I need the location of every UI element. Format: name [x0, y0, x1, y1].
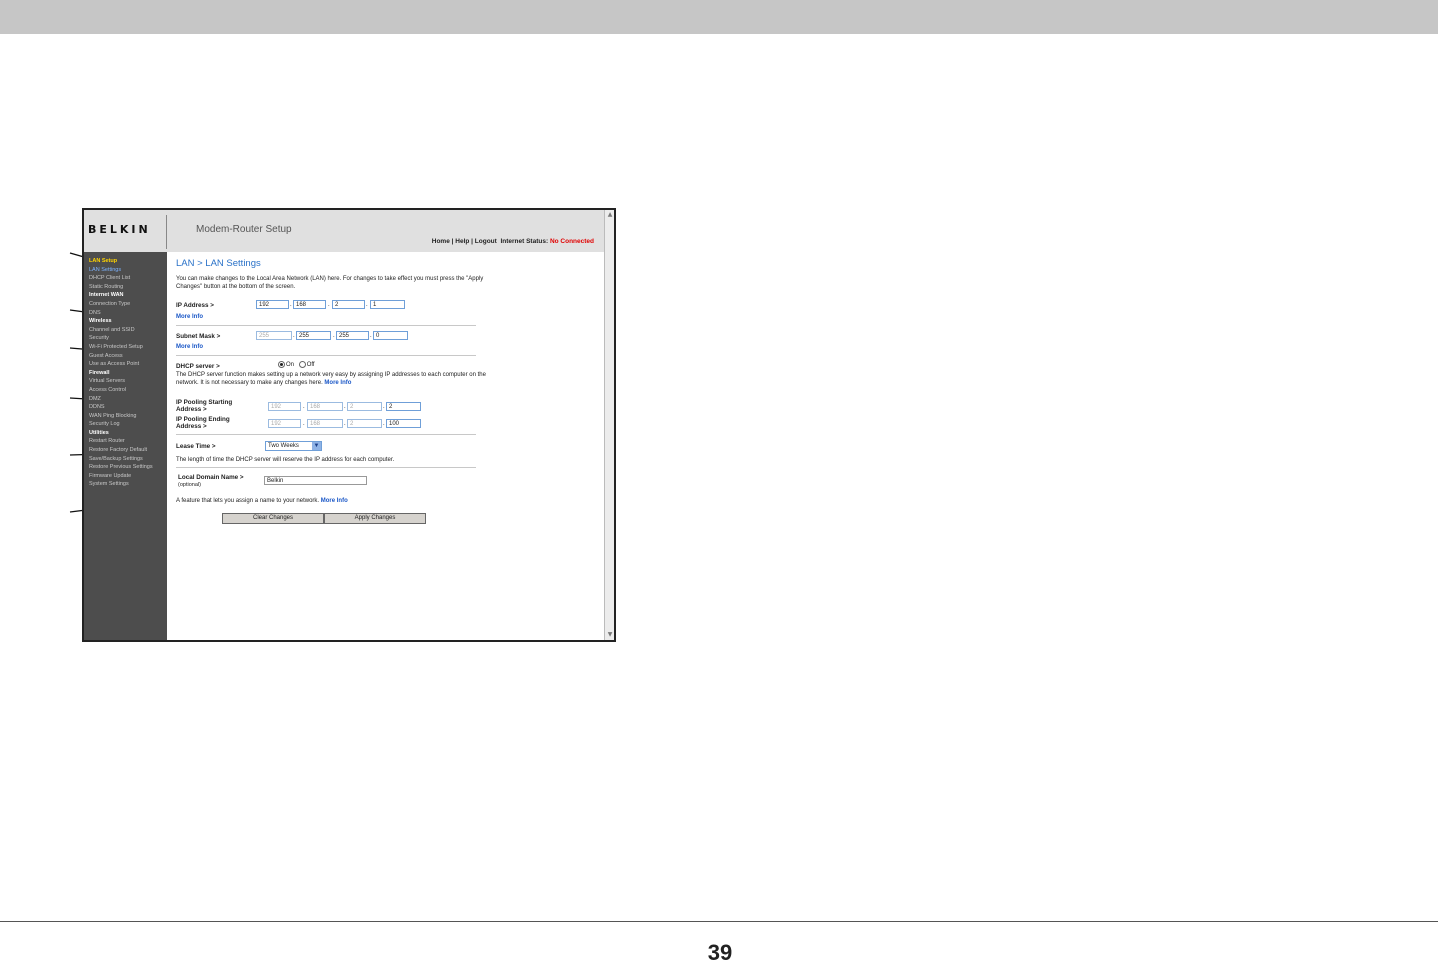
- pool-end-octet-2-input: 168: [307, 419, 343, 428]
- internet-status-value: No Connected: [549, 238, 594, 245]
- logout-link[interactable]: Logout: [475, 238, 497, 245]
- ip-octet-2-input[interactable]: 168: [293, 300, 326, 309]
- sidebar-item[interactable]: Static Routing: [84, 283, 167, 292]
- domain-more-info-link[interactable]: More Info: [321, 498, 348, 504]
- footer-rule: [0, 921, 1438, 922]
- pool-end-octet-3-input: 2: [347, 419, 382, 428]
- lease-time-value: Two Weeks: [268, 443, 299, 449]
- subnet-more-info-link[interactable]: More Info: [176, 344, 203, 350]
- lease-time-label: Lease Time >: [176, 443, 216, 450]
- divider: [176, 434, 476, 435]
- sidebar-item: Wireless: [89, 318, 112, 325]
- sidebar-item[interactable]: System Settings: [84, 480, 167, 489]
- sidebar-item[interactable]: Restore Factory Default: [84, 446, 167, 455]
- sidebar-item[interactable]: Restart Router: [84, 437, 167, 446]
- intro-text: You can make changes to the Local Area N…: [176, 276, 484, 290]
- dhcp-off-radio[interactable]: [298, 361, 306, 368]
- dhcp-off-label: Off: [306, 362, 315, 369]
- domain-description: A feature that lets you assign a name to…: [176, 498, 348, 504]
- pool-start-label: IP Pooling Starting Address >: [176, 399, 233, 413]
- ip-octet-3-input[interactable]: 2: [332, 300, 365, 309]
- dhcp-more-info-link[interactable]: More Info: [324, 380, 351, 386]
- page-heading: LAN > LAN Settings: [176, 258, 261, 269]
- ip-address-label: IP Address >: [176, 302, 214, 309]
- sidebar-item[interactable]: Virtual Servers: [84, 377, 167, 386]
- sidebar-item: Internet WAN: [89, 292, 124, 299]
- sidebar-item[interactable]: DNS: [84, 309, 167, 318]
- subnet-octet-3-input[interactable]: 255: [336, 331, 369, 340]
- sidebar-item: Utilities: [89, 429, 109, 436]
- router-screenshot: BELKIN Modem-Router Setup Home | Help | …: [82, 208, 616, 642]
- sidebar-item[interactable]: Connection Type: [84, 300, 167, 309]
- dhcp-radio-group: On Off: [278, 361, 315, 368]
- sidebar-item[interactable]: WAN Ping Blocking: [84, 412, 167, 421]
- scroll-down-icon[interactable]: ▼: [606, 631, 614, 639]
- domain-name-label: Local Domain Name >: [178, 474, 244, 481]
- clear-changes-button[interactable]: Clear Changes: [222, 513, 324, 524]
- vertical-scrollbar[interactable]: ▲ ▼: [604, 210, 614, 640]
- sidebar-item[interactable]: LAN Settings: [84, 266, 167, 275]
- apply-changes-button[interactable]: Apply Changes: [324, 513, 426, 524]
- divider: [176, 325, 476, 326]
- scroll-up-icon[interactable]: ▲: [606, 211, 614, 219]
- dhcp-on-radio[interactable]: [278, 361, 285, 368]
- ip-more-info-link[interactable]: More Info: [176, 314, 203, 320]
- pool-start-octet-3-input: 2: [347, 402, 382, 411]
- sidebar-item[interactable]: Firmware Update: [84, 472, 167, 481]
- sidebar-item[interactable]: Save/Backup Settings: [84, 455, 167, 464]
- sidebar-item[interactable]: Wi-Fi Protected Setup: [84, 343, 167, 352]
- sidebar-item[interactable]: Security: [84, 334, 167, 343]
- sidebar-item[interactable]: DMZ: [84, 395, 167, 404]
- domain-name-input[interactable]: Belkin: [264, 476, 367, 485]
- pool-start-octet-2-input: 168: [307, 402, 343, 411]
- lease-time-select[interactable]: Two Weeks ▼: [265, 441, 322, 451]
- sidebar-item[interactable]: Security Log: [84, 420, 167, 429]
- sidebar-item[interactable]: Guest Access: [84, 352, 167, 361]
- lease-description: The length of time the DHCP server will …: [176, 457, 395, 463]
- top-links: Home | Help | Logout Internet Status: No…: [431, 238, 594, 245]
- sidebar-item[interactable]: DHCP Client List: [84, 274, 167, 283]
- subnet-octet-2-input[interactable]: 255: [296, 331, 331, 340]
- sidebar-item[interactable]: Restore Previous Settings: [84, 463, 167, 472]
- header-divider: [166, 215, 167, 249]
- dhcp-server-label: DHCP server >: [176, 363, 220, 370]
- router-header: BELKIN Modem-Router Setup Home | Help | …: [84, 210, 604, 252]
- sidebar-item: LAN Setup: [89, 258, 118, 264]
- divider: [176, 467, 476, 468]
- sidebar-list: LAN Setup LAN Settings DHCP Client List Sta…: [84, 252, 167, 489]
- pool-end-octet-1-input: 192: [268, 419, 301, 428]
- dhcp-description: The DHCP server function makes setting u…: [176, 372, 486, 386]
- subnet-mask-label: Subnet Mask >: [176, 333, 221, 340]
- ip-octet-1-input[interactable]: 192: [256, 300, 289, 309]
- belkin-logo: BELKIN: [88, 223, 151, 236]
- subnet-octet-4-input[interactable]: 0: [373, 331, 408, 340]
- pool-end-label: IP Pooling Ending Address >: [176, 416, 230, 430]
- pool-end-octet-4-input[interactable]: 100: [386, 419, 421, 428]
- divider: [176, 355, 476, 356]
- page-number: 39: [707, 940, 733, 965]
- internet-status-label: Internet Status:: [500, 238, 549, 245]
- sidebar: LAN Setup LAN Settings DHCP Client List Sta…: [84, 252, 167, 640]
- chevron-down-icon: ▼: [312, 442, 321, 450]
- sidebar-item[interactable]: DDNS: [84, 403, 167, 412]
- sidebar-item[interactable]: Use as Access Point: [84, 360, 167, 369]
- sidebar-item: Firewall: [89, 369, 110, 376]
- home-link[interactable]: Home: [432, 238, 450, 245]
- pool-start-octet-4-input[interactable]: 2: [386, 402, 421, 411]
- domain-optional-label: (optional): [178, 482, 201, 488]
- subnet-octet-1-input[interactable]: 255: [256, 331, 292, 340]
- sidebar-item[interactable]: Access Control: [84, 386, 167, 395]
- app-title: Modem-Router Setup: [196, 224, 292, 235]
- pool-start-octet-1-input: 192: [268, 402, 301, 411]
- dhcp-on-label: On: [286, 362, 295, 369]
- sidebar-item[interactable]: Channel and SSID: [84, 326, 167, 335]
- top-banner: [0, 0, 1438, 34]
- help-link[interactable]: Help: [455, 238, 469, 245]
- ip-octet-4-input[interactable]: 1: [370, 300, 405, 309]
